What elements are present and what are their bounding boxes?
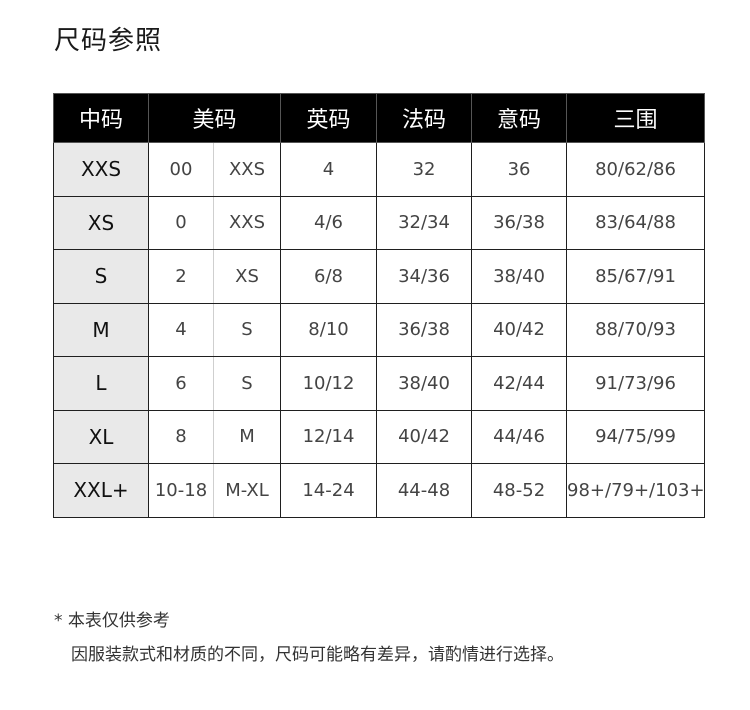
us-letter-cell: XS — [212, 249, 282, 304]
it-size-cell: 48-52 — [471, 463, 568, 518]
table-row: XL 8 M 12/14 40/42 44/46 94/75/99 — [53, 409, 706, 464]
header-measurements: 三围 — [566, 93, 706, 143]
measurements-cell: 85/67/91 — [566, 249, 706, 304]
cn-size-cell: XXS — [53, 142, 149, 197]
us-numeric-cell: 2 — [148, 249, 214, 304]
uk-size-cell: 14-24 — [280, 463, 378, 518]
it-size-cell: 36/38 — [471, 195, 568, 250]
us-letter-cell: XXS — [212, 142, 282, 197]
header-us-size: 美码 — [147, 93, 282, 143]
fr-size-cell: 34/36 — [376, 249, 473, 304]
us-numeric-cell: 4 — [148, 302, 214, 357]
table-row: XXL+ 10-18 M-XL 14-24 44-48 48-52 98+/79… — [53, 463, 706, 518]
measurements-cell: 80/62/86 — [566, 142, 706, 197]
us-letter-cell: S — [212, 356, 282, 411]
table-row: L 6 S 10/12 38/40 42/44 91/73/96 — [53, 356, 706, 411]
uk-size-cell: 12/14 — [280, 409, 378, 464]
us-letter-cell: M — [212, 409, 282, 464]
it-size-cell: 44/46 — [471, 409, 568, 464]
measurements-cell: 88/70/93 — [566, 302, 706, 357]
table-row: S 2 XS 6/8 34/36 38/40 85/67/91 — [53, 249, 706, 304]
it-size-cell: 38/40 — [471, 249, 568, 304]
it-size-cell: 40/42 — [471, 302, 568, 357]
cn-size-cell: XXL+ — [53, 463, 149, 518]
cn-size-cell: XS — [53, 195, 149, 250]
cn-size-cell: S — [53, 249, 149, 304]
header-uk-size: 英码 — [280, 93, 378, 143]
table-row: XS 0 XXS 4/6 32/34 36/38 83/64/88 — [53, 195, 706, 250]
fr-size-cell: 38/40 — [376, 356, 473, 411]
header-fr-size: 法码 — [376, 93, 473, 143]
fr-size-cell: 44-48 — [376, 463, 473, 518]
us-letter-cell: M-XL — [212, 463, 282, 518]
table-row: M 4 S 8/10 36/38 40/42 88/70/93 — [53, 302, 706, 357]
uk-size-cell: 6/8 — [280, 249, 378, 304]
it-size-cell: 36 — [471, 142, 568, 197]
cn-size-cell: L — [53, 356, 149, 411]
measurements-cell: 94/75/99 — [566, 409, 706, 464]
cn-size-cell: M — [53, 302, 149, 357]
size-chart-table: 中码 美码 英码 法码 意码 三围 XXS 00 XXS 4 32 36 80/… — [53, 93, 706, 518]
us-numeric-cell: 6 — [148, 356, 214, 411]
table-row: XXS 00 XXS 4 32 36 80/62/86 — [53, 142, 706, 197]
table-header-row: 中码 美码 英码 法码 意码 三围 — [53, 93, 706, 143]
it-size-cell: 42/44 — [471, 356, 568, 411]
fr-size-cell: 32 — [376, 142, 473, 197]
cn-size-cell: XL — [53, 409, 149, 464]
reference-note: * 本表仅供参考 — [54, 611, 170, 631]
measurements-cell: 98+/79+/103+ — [566, 463, 706, 518]
reference-note-detail: 因服装款式和材质的不同，尺码可能略有差异，请酌情进行选择。 — [71, 645, 564, 665]
us-numeric-cell: 0 — [148, 195, 214, 250]
header-it-size: 意码 — [471, 93, 568, 143]
fr-size-cell: 36/38 — [376, 302, 473, 357]
us-letter-cell: XXS — [212, 195, 282, 250]
uk-size-cell: 4/6 — [280, 195, 378, 250]
fr-size-cell: 32/34 — [376, 195, 473, 250]
uk-size-cell: 4 — [280, 142, 378, 197]
us-numeric-cell: 00 — [148, 142, 214, 197]
page-title: 尺码参照 — [54, 26, 163, 56]
us-letter-cell: S — [212, 302, 282, 357]
uk-size-cell: 10/12 — [280, 356, 378, 411]
us-numeric-cell: 8 — [148, 409, 214, 464]
measurements-cell: 91/73/96 — [566, 356, 706, 411]
header-cn-size: 中码 — [53, 93, 149, 143]
fr-size-cell: 40/42 — [376, 409, 473, 464]
uk-size-cell: 8/10 — [280, 302, 378, 357]
us-numeric-cell: 10-18 — [148, 463, 214, 518]
measurements-cell: 83/64/88 — [566, 195, 706, 250]
